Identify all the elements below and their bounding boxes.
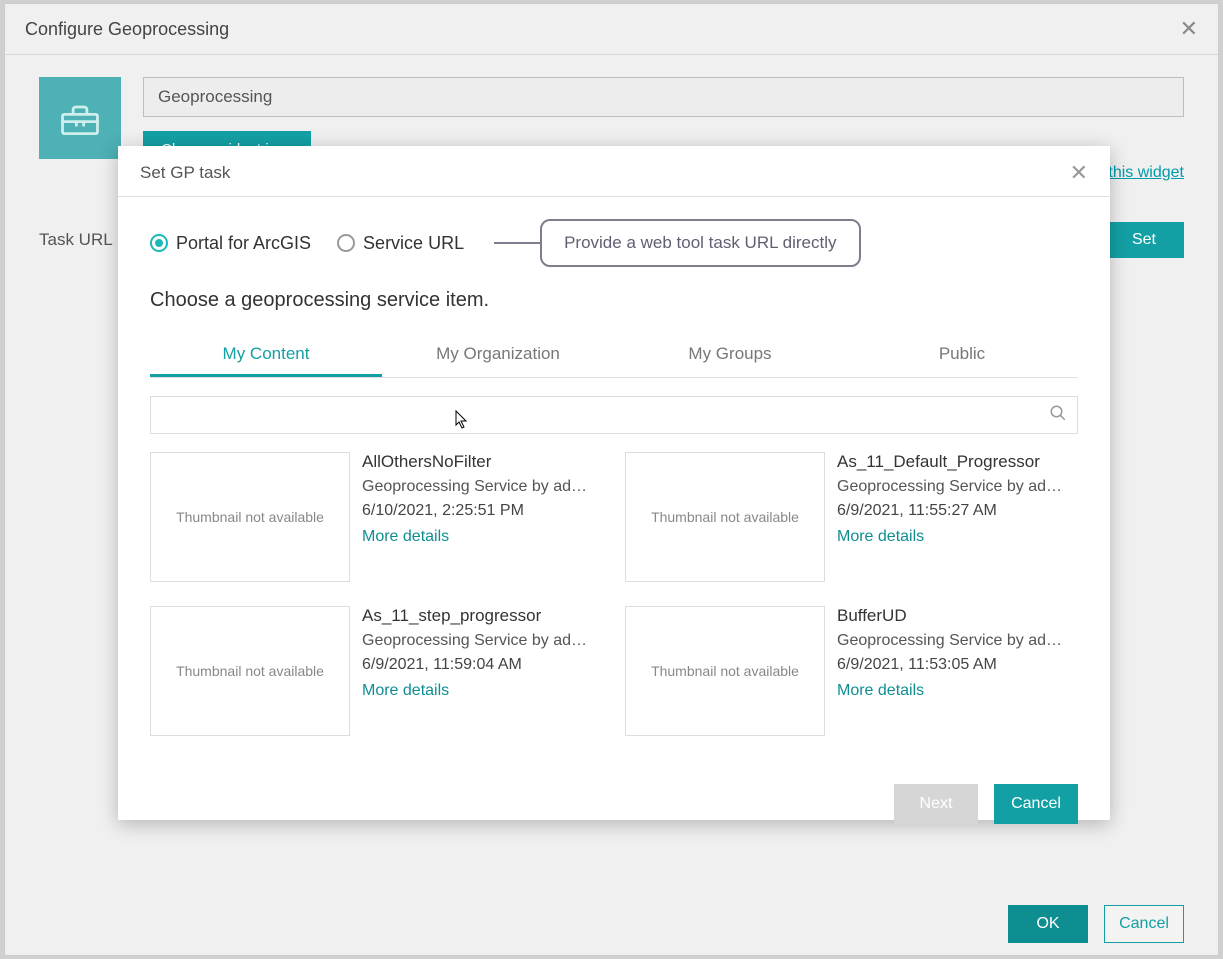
portal-radio[interactable]: Portal for ArcGIS	[150, 233, 311, 254]
results-grid: Thumbnail not available AllOthersNoFilte…	[150, 452, 1072, 736]
close-icon[interactable]: ✕	[1180, 16, 1198, 42]
tab-my-organization[interactable]: My Organization	[382, 334, 614, 377]
item-title: As_11_step_progressor	[362, 606, 597, 626]
more-details-link[interactable]: More details	[362, 682, 597, 700]
callout-tail	[494, 242, 542, 244]
item-subtitle: Geoprocessing Service by ad…	[362, 478, 597, 496]
more-details-link[interactable]: More details	[837, 682, 1072, 700]
search-row	[150, 396, 1078, 434]
item-subtitle: Geoprocessing Service by ad…	[837, 478, 1072, 496]
result-card: Thumbnail not available BufferUD Geoproc…	[625, 606, 1072, 736]
card-meta: BufferUD Geoprocessing Service by ad… 6/…	[837, 606, 1072, 736]
card-meta: As_11_step_progressor Geoprocessing Serv…	[362, 606, 597, 736]
modal-body: Portal for ArcGIS Service URL Provide a …	[118, 197, 1110, 770]
result-card: Thumbnail not available AllOthersNoFilte…	[150, 452, 597, 582]
widget-icon-preview	[39, 77, 121, 159]
modal-header: Set GP task ✕	[118, 146, 1110, 197]
configure-header: Configure Geoprocessing ✕	[5, 4, 1218, 55]
cancel-button[interactable]: Cancel	[1104, 905, 1184, 943]
close-icon[interactable]: ✕	[1070, 160, 1088, 186]
tab-my-content[interactable]: My Content	[150, 334, 382, 377]
cancel-button[interactable]: Cancel	[994, 784, 1078, 824]
thumbnail[interactable]: Thumbnail not available	[150, 606, 350, 736]
item-title: AllOthersNoFilter	[362, 452, 597, 472]
content-tabs: My Content My Organization My Groups Pub…	[150, 334, 1078, 378]
modal-title: Set GP task	[140, 163, 230, 183]
search-icon[interactable]	[1049, 404, 1067, 427]
item-date: 6/9/2021, 11:55:27 AM	[837, 502, 1072, 520]
item-date: 6/9/2021, 11:59:04 AM	[362, 656, 597, 674]
thumbnail[interactable]: Thumbnail not available	[625, 452, 825, 582]
item-title: BufferUD	[837, 606, 1072, 626]
tab-public[interactable]: Public	[846, 334, 1078, 377]
result-card: Thumbnail not available As_11_Default_Pr…	[625, 452, 1072, 582]
set-gp-task-modal: Set GP task ✕ Portal for ArcGIS Service …	[118, 146, 1110, 820]
modal-footer: Next Cancel	[118, 770, 1110, 844]
portal-radio-label: Portal for ArcGIS	[176, 233, 311, 254]
next-button[interactable]: Next	[894, 784, 978, 824]
configure-title: Configure Geoprocessing	[25, 19, 229, 40]
configure-footer: OK Cancel	[1008, 905, 1184, 943]
search-input[interactable]	[161, 407, 1049, 424]
result-card: Thumbnail not available As_11_step_progr…	[150, 606, 597, 736]
set-button[interactable]: Set	[1104, 222, 1184, 258]
thumbnail[interactable]: Thumbnail not available	[150, 452, 350, 582]
choose-item-subtitle: Choose a geoprocessing service item.	[150, 289, 1078, 312]
ok-button[interactable]: OK	[1008, 905, 1088, 943]
item-subtitle: Geoprocessing Service by ad…	[362, 632, 597, 650]
more-details-link[interactable]: More details	[362, 528, 597, 546]
card-meta: AllOthersNoFilter Geoprocessing Service …	[362, 452, 597, 582]
item-title: As_11_Default_Progressor	[837, 452, 1072, 472]
service-url-callout: Provide a web tool task URL directly	[540, 219, 860, 267]
source-radio-row: Portal for ArcGIS Service URL Provide a …	[150, 219, 1078, 267]
item-date: 6/9/2021, 11:53:05 AM	[837, 656, 1072, 674]
widget-name-input[interactable]	[143, 77, 1184, 117]
card-meta: As_11_Default_Progressor Geoprocessing S…	[837, 452, 1072, 582]
service-url-radio-label: Service URL	[363, 233, 464, 254]
radio-icon	[150, 234, 168, 252]
item-date: 6/10/2021, 2:25:51 PM	[362, 502, 597, 520]
toolbox-icon	[57, 95, 103, 141]
thumbnail[interactable]: Thumbnail not available	[625, 606, 825, 736]
service-url-radio[interactable]: Service URL	[337, 233, 464, 254]
results-scroll[interactable]: Thumbnail not available AllOthersNoFilte…	[150, 452, 1078, 770]
callout-text: Provide a web tool task URL directly	[564, 233, 836, 252]
more-details-link[interactable]: More details	[837, 528, 1072, 546]
item-subtitle: Geoprocessing Service by ad…	[837, 632, 1072, 650]
tab-my-groups[interactable]: My Groups	[614, 334, 846, 377]
radio-icon	[337, 234, 355, 252]
